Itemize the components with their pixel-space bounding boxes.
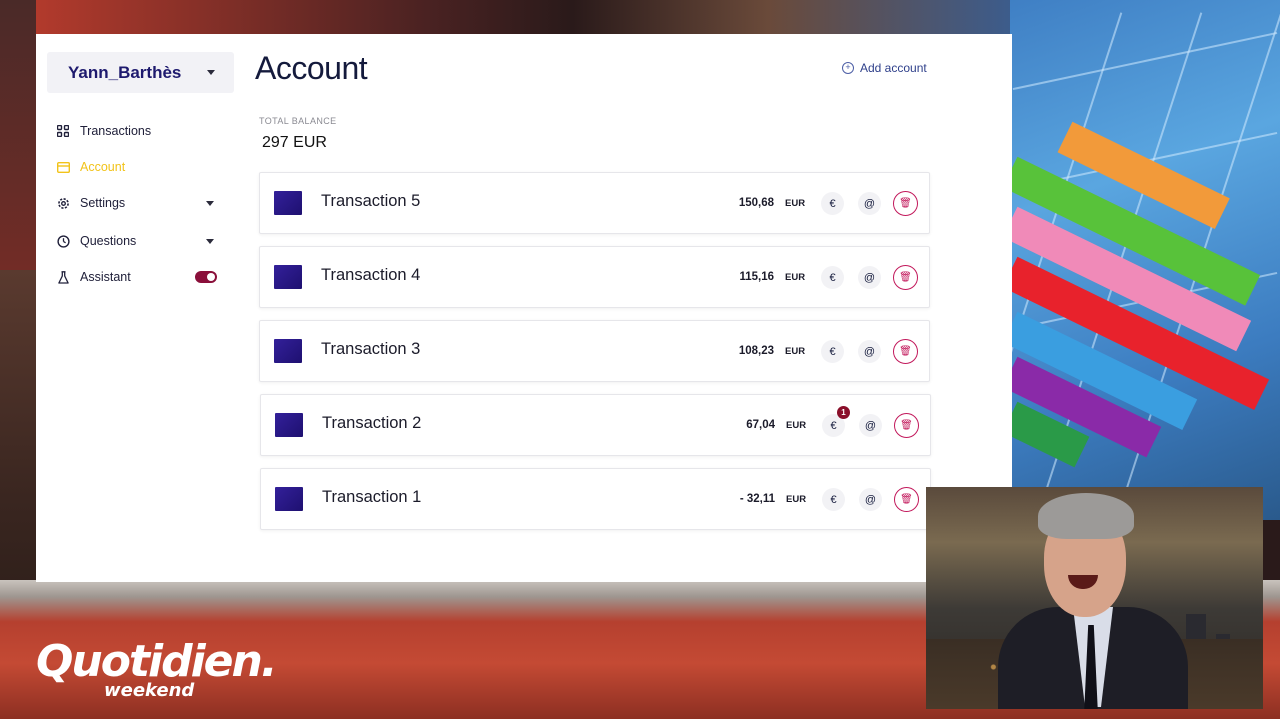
presenter-video-inset <box>926 487 1263 709</box>
transaction-name: Transaction 1 <box>322 488 422 506</box>
add-account-button[interactable]: + Add account <box>842 61 927 75</box>
sidebar-item-label: Settings <box>80 196 126 210</box>
transaction-thumbnail <box>274 265 302 289</box>
sidebar-item-label: Transactions <box>80 124 152 138</box>
at-icon: @ <box>863 197 876 210</box>
euro-icon: € <box>829 197 836 210</box>
balance-value: 297 EUR <box>262 134 327 151</box>
euro-button[interactable]: € <box>821 340 844 363</box>
euro-button[interactable]: € <box>822 488 845 511</box>
delete-button[interactable]: 🗑 <box>893 265 918 290</box>
sidebar-item-account[interactable]: Account <box>56 156 218 178</box>
at-icon: @ <box>864 493 877 506</box>
transaction-amount: 108,23 <box>738 345 774 357</box>
chevron-down-icon <box>207 70 215 75</box>
sidebar-item-label: Questions <box>80 234 137 248</box>
delete-button[interactable]: 🗑 <box>894 487 919 512</box>
presenter-hair <box>1038 493 1134 539</box>
trash-icon: 🗑 <box>900 420 913 431</box>
trash-icon: 🗑 <box>899 272 912 283</box>
at-button[interactable]: @ <box>858 340 881 363</box>
sidebar: Yann_Barthès Transactions Account Settin… <box>36 34 236 582</box>
euro-button[interactable]: € <box>821 266 844 289</box>
sidebar-item-assistant[interactable]: Assistant <box>56 266 218 288</box>
chevron-down-icon <box>206 201 214 206</box>
euro-icon: € <box>830 493 837 506</box>
sidebar-item-transactions[interactable]: Transactions <box>56 120 218 142</box>
euro-button[interactable]: € <box>821 192 844 215</box>
plus-circle-icon: + <box>842 62 854 74</box>
add-account-label: Add account <box>860 61 927 75</box>
transaction-currency: EUR <box>785 198 806 209</box>
euro-icon: € <box>829 271 836 284</box>
delete-button[interactable]: 🗑 <box>894 413 919 438</box>
studio-screen-right <box>959 0 1280 520</box>
at-button[interactable]: @ <box>859 414 882 437</box>
transaction-currency: EUR <box>786 420 807 431</box>
transaction-name: Transaction 4 <box>321 266 421 284</box>
page-title: Account <box>255 50 368 86</box>
transaction-row[interactable]: Transaction 1 - 32,11 EUR € @ 🗑 <box>260 468 931 530</box>
clock-icon <box>56 234 70 248</box>
euro-icon: € <box>829 345 836 358</box>
transaction-name: Transaction 3 <box>321 340 421 358</box>
gear-icon <box>56 196 70 210</box>
transaction-amount: - 32,11 <box>739 493 775 505</box>
grid-icon <box>56 124 70 138</box>
studio-top-strip <box>36 0 1012 34</box>
user-selector[interactable]: Yann_Barthès <box>47 52 234 93</box>
transaction-thumbnail <box>275 487 303 511</box>
trash-icon: 🗑 <box>900 494 913 505</box>
sidebar-item-questions[interactable]: Questions <box>56 230 218 252</box>
at-icon: @ <box>863 271 876 284</box>
transaction-currency: EUR <box>785 346 806 357</box>
sidebar-item-settings[interactable]: Settings <box>56 192 218 214</box>
delete-button[interactable]: 🗑 <box>893 191 918 216</box>
at-icon: @ <box>864 419 877 432</box>
transaction-amount: 115,16 <box>739 271 774 283</box>
transaction-name: Transaction 2 <box>322 414 422 432</box>
user-name: Yann_Barthès <box>68 63 182 82</box>
channel-logo: Quotidien. weekend <box>36 636 278 706</box>
transaction-currency: EUR <box>786 494 807 505</box>
transaction-row[interactable]: Transaction 3 108,23 EUR € @ 🗑 <box>259 320 930 382</box>
assistant-toggle[interactable] <box>195 271 217 283</box>
transaction-thumbnail <box>274 191 302 215</box>
chevron-down-icon <box>206 239 214 244</box>
delete-button[interactable]: 🗑 <box>893 339 918 364</box>
transaction-row[interactable]: Transaction 5 150,68 EUR € @ 🗑 <box>259 172 930 234</box>
sidebar-item-label: Assistant <box>80 270 131 284</box>
app-window: Yann_Barthès Transactions Account Settin… <box>36 34 1012 582</box>
at-icon: @ <box>863 345 876 358</box>
transaction-amount: 150,68 <box>738 197 774 209</box>
trash-icon: 🗑 <box>899 198 912 209</box>
balance-caption: TOTAL BALANCE <box>259 116 337 126</box>
transaction-currency: EUR <box>785 272 806 283</box>
transaction-thumbnail <box>275 413 303 437</box>
transaction-row[interactable]: Transaction 2 67,04 EUR € 1 @ 🗑 <box>260 394 931 456</box>
logo-sub-text: weekend <box>104 680 195 701</box>
at-button[interactable]: @ <box>858 192 881 215</box>
euro-icon: € <box>830 419 837 432</box>
trash-icon: 🗑 <box>899 346 912 357</box>
transaction-name: Transaction 5 <box>321 192 421 210</box>
transaction-row[interactable]: Transaction 4 115,16 EUR € @ 🗑 <box>259 246 930 308</box>
notification-badge: 1 <box>837 406 850 419</box>
transaction-amount: 67,04 <box>746 419 775 431</box>
transaction-thumbnail <box>274 339 302 363</box>
at-button[interactable]: @ <box>859 488 882 511</box>
sidebar-item-label: Account <box>80 160 126 174</box>
wallet-icon <box>56 160 70 174</box>
flask-icon <box>56 270 70 284</box>
at-button[interactable]: @ <box>858 266 881 289</box>
